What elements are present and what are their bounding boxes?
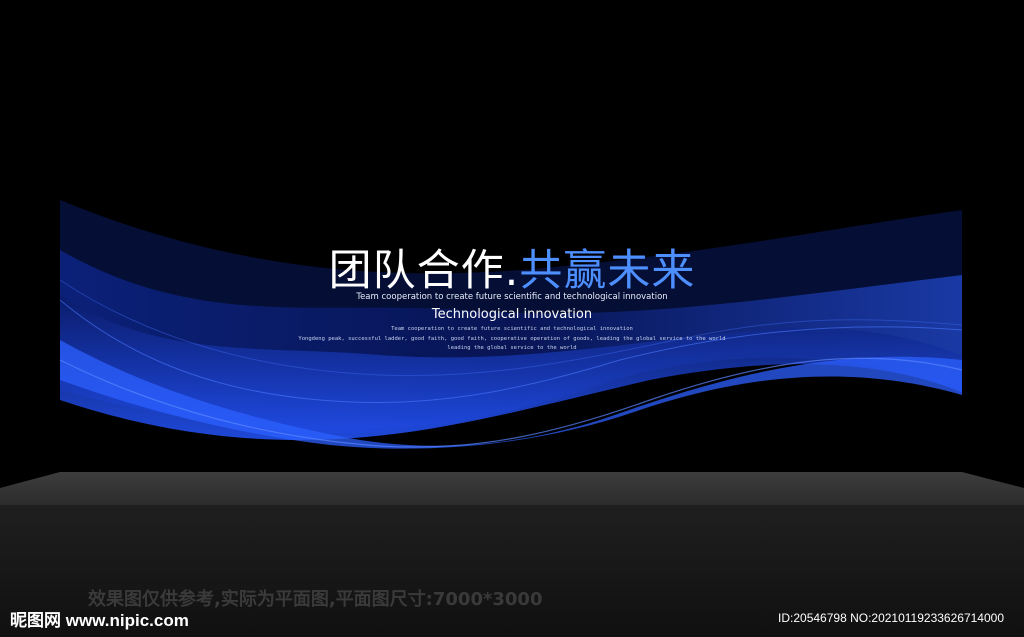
banner-subtitle: Team cooperation to create future scient… [356, 292, 668, 302]
banner-heading: Technological innovation [431, 307, 593, 322]
banner-small-line-1: Team cooperation to create future scient… [391, 326, 633, 332]
stage-floor [0, 472, 1024, 505]
banner-title: 团队合作.共赢未来 [0, 236, 1024, 298]
watermark-logo: 昵图网 www.nipic.com [10, 611, 189, 630]
banner-small-line-3: leading the global service to the world [447, 345, 577, 351]
watermark-id: ID:20546798 NO:20210119233626714000 [778, 611, 1004, 625]
banner-title-part1: 团队合作. [328, 246, 520, 296]
banner-title-part2: 共赢未来 [519, 246, 696, 296]
banner-small-line-2: Yongdeng peak, successful ladder, good f… [298, 336, 726, 342]
